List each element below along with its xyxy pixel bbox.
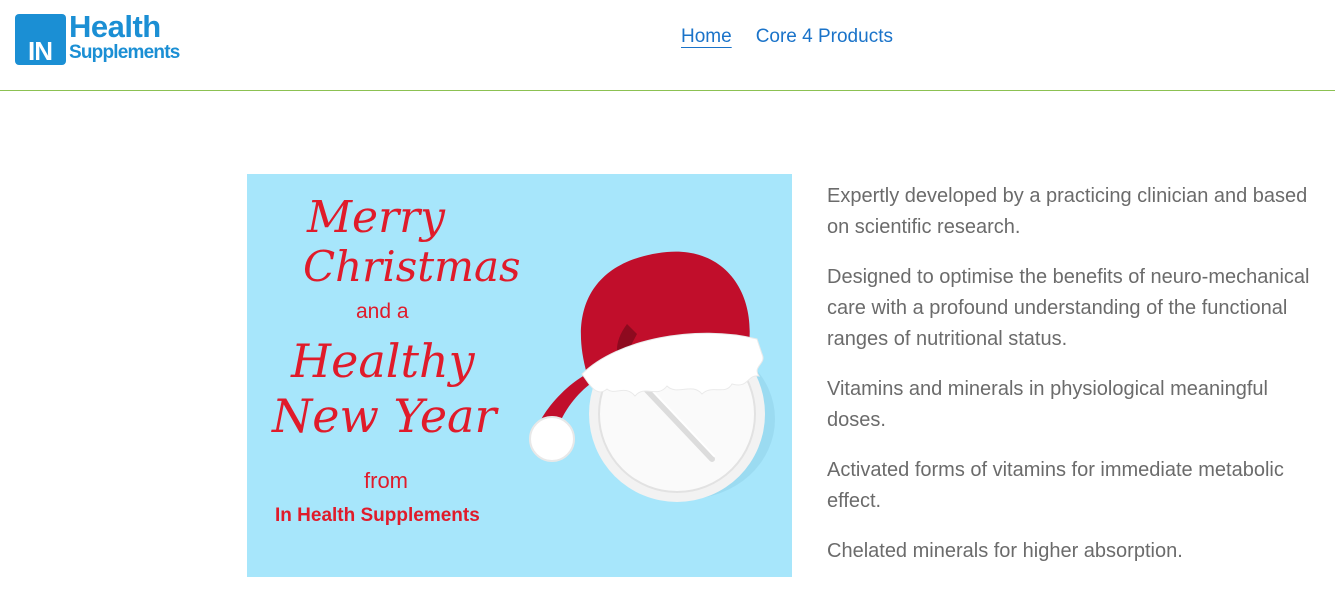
santa-hat-pill-icon	[529, 251, 775, 502]
greeting-from: from	[364, 468, 408, 493]
greeting-healthy: Healthy	[291, 334, 475, 388]
feature-item: Designed to optimise the benefits of neu…	[827, 266, 1310, 350]
feature-list: Expertly developed by a practicing clini…	[827, 181, 1322, 586]
logo-wordmark-health: Health	[69, 9, 161, 44]
site-header: IN Health Supplements Home Core 4 Produc…	[0, 0, 1335, 91]
greeting-merry: Merry	[307, 192, 446, 243]
greeting-christmas: Christmas	[303, 242, 521, 291]
nav-core-4-products-link[interactable]: Core 4 Products	[756, 26, 893, 50]
feature-item: Expertly developed by a practicing clini…	[827, 185, 1308, 238]
greeting-company-name: In Health Supplements	[275, 505, 480, 526]
site-logo[interactable]: IN Health Supplements	[15, 9, 195, 67]
christmas-greeting-image: Merry Christmas and a Healthy New Year f…	[247, 174, 792, 577]
feature-item: Activated forms of vitamins for immediat…	[827, 459, 1284, 512]
nav-home-link[interactable]: Home	[681, 26, 732, 50]
logo-wordmark-supplements: Supplements	[69, 42, 180, 63]
feature-item: Vitamins and minerals in physiological m…	[827, 378, 1268, 431]
main-nav: Home Core 4 Products	[681, 26, 893, 50]
greeting-new-year: New Year	[272, 389, 497, 443]
greeting-and-a: and a	[356, 300, 409, 323]
feature-item: Chelated minerals for higher absorption.	[827, 540, 1183, 562]
logo-badge-text: IN	[28, 36, 53, 66]
